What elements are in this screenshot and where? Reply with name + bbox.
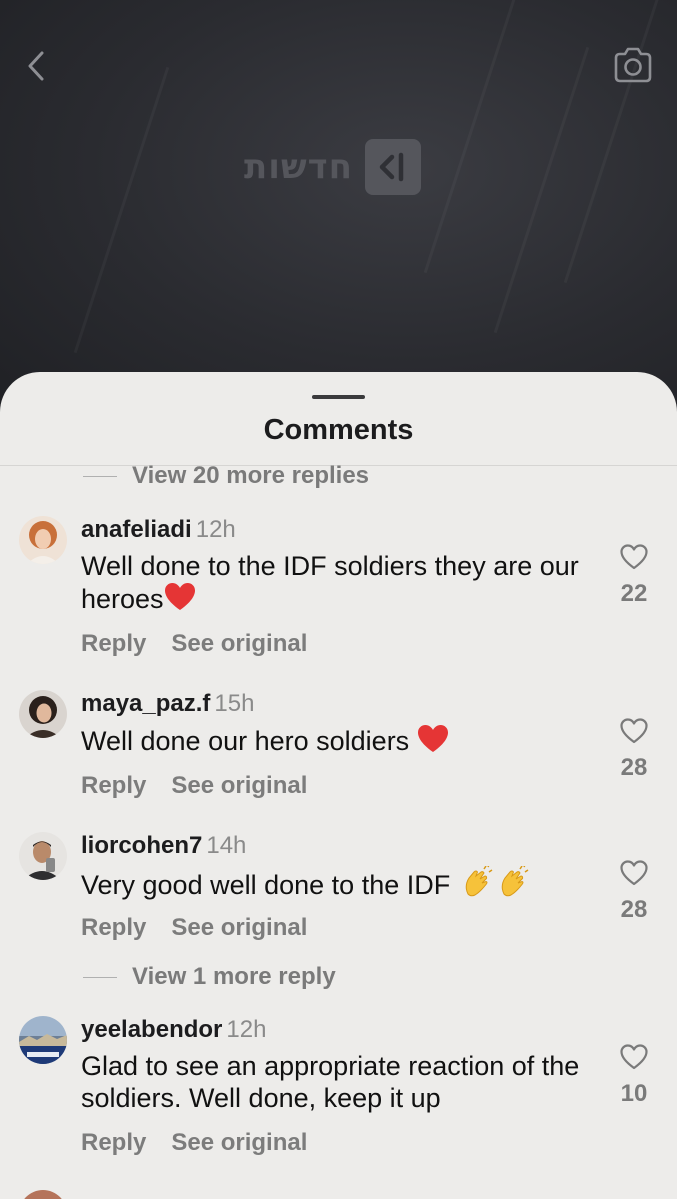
red-heart-emoji-icon: [164, 583, 195, 610]
back-button[interactable]: [22, 48, 52, 84]
heart-outline-icon[interactable]: [620, 860, 648, 886]
heart-outline-icon[interactable]: [620, 718, 648, 744]
like-control[interactable]: 28: [610, 860, 658, 924]
drag-handle[interactable]: [312, 395, 365, 399]
avatar[interactable]: [19, 1190, 67, 1199]
like-control[interactable]: 28: [610, 718, 658, 782]
chevron-left-icon: [28, 51, 44, 81]
like-count: 22: [620, 580, 648, 607]
see-original-button[interactable]: See original: [171, 1129, 307, 1157]
comment-username[interactable]: liorcohen7: [81, 832, 202, 859]
comment-actions: Reply See original: [81, 914, 307, 942]
like-control[interactable]: 22: [610, 544, 658, 608]
comment-username[interactable]: maya_paz.f: [81, 690, 210, 717]
red-heart-emoji-icon: [417, 725, 448, 752]
comment-text-block: Well done our hero soldiers: [81, 724, 601, 757]
comment-time: 12h: [195, 516, 236, 543]
see-original-button[interactable]: See original: [171, 630, 307, 658]
comment-text: Well done to the IDF soldiers they are o…: [81, 551, 579, 614]
comment-text-block: Well done to the IDF soldiers they are o…: [81, 550, 601, 615]
comment-time: 15h: [214, 690, 255, 717]
like-count: 28: [620, 754, 648, 781]
see-original-button[interactable]: See original: [171, 914, 307, 942]
view-more-replies-label: View 20 more replies: [132, 462, 370, 489]
comment-text-block: Glad to see an appropriate reaction of t…: [81, 1050, 601, 1114]
comment-username[interactable]: yeelabendor: [81, 1016, 222, 1043]
like-count: 28: [620, 896, 648, 923]
heart-outline-icon[interactable]: [620, 544, 648, 570]
comment-text-block: Very good well done to the IDF: [81, 866, 601, 901]
news-logo-mark: [365, 139, 422, 195]
like-count: 10: [620, 1080, 648, 1107]
heart-outline-icon[interactable]: [620, 1044, 648, 1070]
reply-button[interactable]: Reply: [81, 772, 146, 800]
avatar[interactable]: [19, 832, 67, 880]
comment-header: yeelabendor 12h: [81, 1016, 266, 1044]
avatar[interactable]: [19, 690, 67, 738]
comment-time: 12h: [226, 1016, 267, 1043]
comment-header: liorcohen7 14h: [81, 832, 246, 860]
news-logo: חדשות: [244, 138, 422, 196]
reply-thread-line: [83, 976, 117, 978]
avatar[interactable]: [19, 516, 67, 564]
comment-text: Glad to see an appropriate reaction of t…: [81, 1051, 580, 1113]
comment-actions: Reply See original: [81, 772, 307, 800]
view-more-replies-button[interactable]: View 20 more replies: [83, 461, 369, 491]
camera-button[interactable]: [612, 46, 654, 84]
comment-text: Very good well done to the IDF: [81, 870, 458, 900]
comment-header: maya_paz.f 15h: [81, 690, 254, 718]
news-logo-text: חדשות: [244, 147, 354, 187]
see-original-button[interactable]: See original: [171, 772, 307, 800]
reply-button[interactable]: Reply: [81, 1129, 146, 1157]
comment-actions: Reply See original: [81, 1129, 307, 1157]
comment-time: 14h: [206, 832, 247, 859]
video-background: חדשות: [0, 0, 677, 420]
reply-thread-line: [83, 475, 117, 477]
comment-actions: Reply See original: [81, 630, 307, 658]
comment-header: anafeliadi 12h: [81, 516, 236, 544]
reply-button[interactable]: Reply: [81, 914, 146, 942]
avatar[interactable]: [19, 1016, 67, 1064]
comment-text: Well done our hero soldiers: [81, 726, 417, 756]
camera-icon: [614, 47, 652, 83]
comments-sheet: Comments View 20 more replies anafeliadi…: [0, 372, 677, 1199]
like-control[interactable]: 10: [610, 1044, 658, 1108]
clapping-hands-emoji-icon: [465, 866, 493, 897]
reply-button[interactable]: Reply: [81, 630, 146, 658]
clapping-hands-emoji-icon: [501, 866, 529, 897]
view-more-replies-button[interactable]: View 1 more reply: [83, 962, 336, 992]
sheet-title: Comments: [263, 414, 414, 446]
view-more-replies-label: View 1 more reply: [132, 963, 336, 990]
comment-username[interactable]: anafeliadi: [81, 516, 192, 543]
